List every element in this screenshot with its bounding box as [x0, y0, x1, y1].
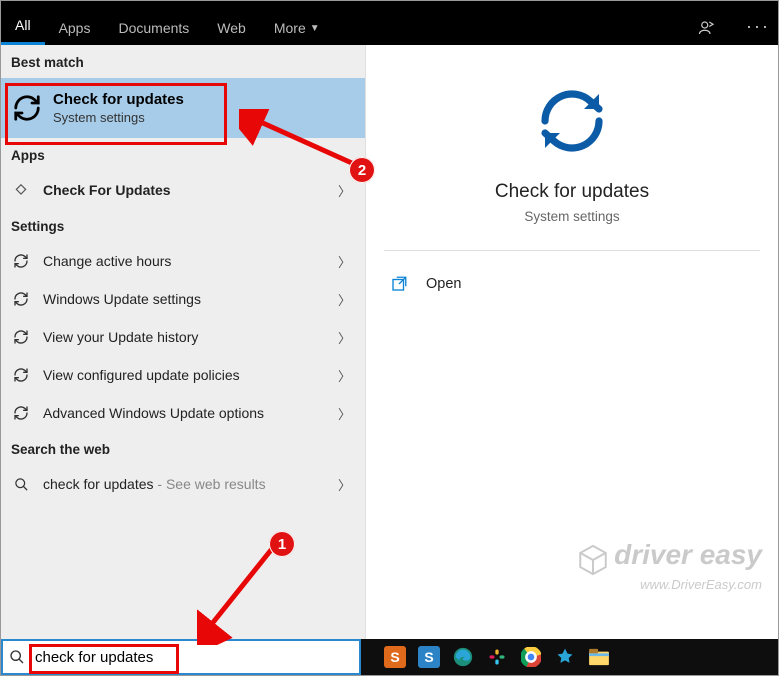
best-match-title: Check for updates [53, 91, 184, 108]
svg-text:S: S [424, 649, 433, 665]
preview-title: Check for updates [366, 181, 778, 203]
annotation-badge-2: 2 [349, 157, 375, 183]
chevron-right-icon: 〉 [338, 252, 359, 271]
tab-more[interactable]: More ▼ [260, 10, 334, 45]
feedback-icon[interactable] [698, 19, 738, 45]
taskbar-app-chrome[interactable] [515, 643, 547, 671]
tab-apps[interactable]: Apps [45, 10, 105, 45]
action-open[interactable]: Open [384, 267, 760, 301]
taskbar-app-generic[interactable] [549, 643, 581, 671]
best-match-subtitle: System settings [53, 110, 184, 125]
result-setting-windows-update-settings[interactable]: Windows Update settings 〉 [1, 280, 365, 318]
result-label: View your Update history [43, 329, 338, 345]
tab-more-label: More [274, 20, 306, 36]
search-icon [9, 477, 33, 492]
result-setting-view-configured-policies[interactable]: View configured update policies 〉 [1, 356, 365, 394]
section-apps: Apps [1, 138, 365, 171]
refresh-icon [9, 405, 33, 421]
result-app-check-for-updates[interactable]: Check For Updates 〉 [1, 171, 365, 209]
chevron-right-icon: 〉 [338, 290, 359, 309]
watermark: driver easy www.DriverEasy.com [576, 539, 762, 592]
chevron-right-icon: 〉 [338, 328, 359, 347]
result-setting-change-active-hours[interactable]: Change active hours 〉 [1, 242, 365, 280]
divider [384, 250, 760, 251]
refresh-icon [9, 291, 33, 307]
action-open-label: Open [426, 276, 461, 292]
result-label: Windows Update settings [43, 291, 338, 307]
chevron-down-icon: ▼ [310, 23, 320, 34]
tab-web[interactable]: Web [203, 10, 260, 45]
web-suffix: - See web results [154, 476, 266, 492]
result-label: Advanced Windows Update options [43, 405, 338, 421]
taskbar-app-slack[interactable] [481, 643, 513, 671]
search-input[interactable] [35, 641, 359, 673]
taskbar-app-edge[interactable] [447, 643, 479, 671]
result-setting-view-update-history[interactable]: View your Update history 〉 [1, 318, 365, 356]
search-scope-tabs: All Apps Documents Web More ▼ ··· [1, 1, 778, 45]
taskbar-search[interactable] [1, 639, 361, 675]
result-label: check for updates - See web results [43, 476, 338, 492]
tab-documents[interactable]: Documents [104, 10, 203, 45]
tab-all[interactable]: All [1, 7, 45, 45]
taskbar-app-snagit[interactable]: S [379, 643, 411, 671]
result-setting-advanced-update-options[interactable]: Advanced Windows Update options 〉 [1, 394, 365, 432]
refresh-icon [532, 81, 612, 161]
results-list: Best match Check for updates System sett… [1, 45, 365, 640]
annotation-badge-1: 1 [269, 531, 295, 557]
section-best-match: Best match [1, 45, 365, 78]
refresh-icon [9, 90, 45, 126]
refresh-icon [9, 253, 33, 269]
chevron-right-icon: 〉 [338, 404, 359, 423]
chevron-right-icon: 〉 [338, 475, 359, 494]
section-settings: Settings [1, 209, 365, 242]
result-web-search[interactable]: check for updates - See web results 〉 [1, 465, 365, 503]
refresh-icon [9, 329, 33, 345]
more-options-icon[interactable]: ··· [738, 16, 778, 45]
best-match-item[interactable]: Check for updates System settings [1, 78, 365, 138]
refresh-icon [9, 367, 33, 383]
open-icon [390, 275, 412, 293]
svg-text:S: S [390, 649, 399, 665]
app-icon [9, 183, 33, 197]
preview-subtitle: System settings [366, 209, 778, 224]
taskbar: S S [1, 639, 778, 675]
result-label: View configured update policies [43, 367, 338, 383]
search-icon [9, 649, 29, 665]
web-query: check for updates [43, 476, 154, 492]
section-search-web: Search the web [1, 432, 365, 465]
result-label: Check For Updates [43, 182, 338, 198]
taskbar-app-explorer[interactable] [583, 643, 615, 671]
chevron-right-icon: 〉 [338, 181, 359, 200]
result-label: Change active hours [43, 253, 338, 269]
chevron-right-icon: 〉 [338, 366, 359, 385]
result-preview: Check for updates System settings Open d… [365, 45, 778, 640]
taskbar-app-snagit-editor[interactable]: S [413, 643, 445, 671]
